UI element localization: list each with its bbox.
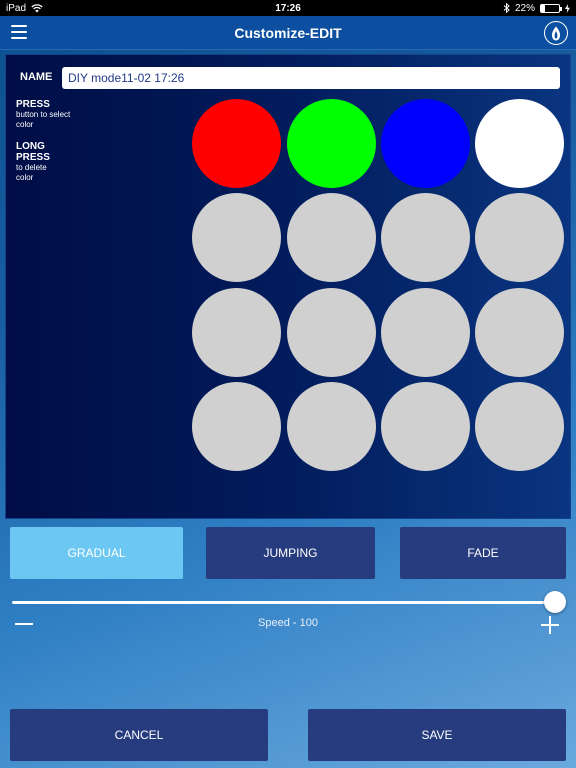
color-slot-8[interactable]	[475, 193, 564, 282]
nav-bar: Customize-EDIT	[0, 16, 576, 50]
color-slot-14[interactable]	[287, 382, 376, 471]
long-press-hint-text: to delete color	[16, 163, 47, 182]
color-slot-6[interactable]	[287, 193, 376, 282]
press-hint-text: button to select color	[16, 110, 71, 129]
color-slot-13[interactable]	[192, 382, 281, 471]
page-title: Customize-EDIT	[234, 24, 342, 41]
status-bar: iPad 17:26 22%	[0, 0, 576, 16]
device-name: iPad	[6, 2, 27, 14]
flame-logo-icon[interactable]	[544, 21, 568, 45]
color-slot-4[interactable]	[475, 99, 564, 188]
increase-speed-button[interactable]	[541, 616, 559, 634]
speed-slider-handle[interactable]	[544, 591, 566, 613]
hamburger-menu-icon[interactable]	[11, 25, 27, 39]
speed-label: Speed - 100	[258, 617, 318, 629]
color-slot-15[interactable]	[381, 382, 470, 471]
wifi-icon	[31, 3, 43, 12]
color-slot-3[interactable]	[381, 99, 470, 188]
press-hint-title: PRESS	[16, 99, 50, 110]
color-slot-2[interactable]	[287, 99, 376, 188]
cancel-button[interactable]: CANCEL	[10, 709, 268, 761]
color-slot-9[interactable]	[192, 288, 281, 377]
color-slot-5[interactable]	[192, 193, 281, 282]
long-press-hint-title: LONG PRESS	[16, 141, 50, 163]
save-button[interactable]: SAVE	[308, 709, 566, 761]
battery-percent: 22%	[514, 2, 535, 14]
charging-icon	[565, 3, 570, 13]
color-slot-12[interactable]	[475, 288, 564, 377]
bluetooth-icon	[503, 3, 510, 13]
color-slot-1[interactable]	[192, 99, 281, 188]
speed-slider-track[interactable]	[12, 601, 555, 604]
status-time: 17:26	[275, 2, 301, 14]
name-input[interactable]	[62, 67, 560, 89]
color-slot-7[interactable]	[381, 193, 470, 282]
color-slot-11[interactable]	[381, 288, 470, 377]
battery-icon	[540, 3, 562, 13]
gradual-mode-button[interactable]: GRADUAL	[10, 527, 183, 579]
color-slot-10[interactable]	[287, 288, 376, 377]
color-editor-panel: NAME PRESS button to select color LONG P…	[5, 54, 571, 519]
battery-level	[541, 4, 545, 12]
press-hint: PRESS button to select color	[16, 99, 74, 130]
name-label: NAME	[20, 71, 53, 83]
long-press-hint: LONG PRESS to delete color	[16, 141, 60, 183]
jumping-mode-button[interactable]: JUMPING	[206, 527, 375, 579]
color-slot-16[interactable]	[475, 382, 564, 471]
fade-mode-button[interactable]: FADE	[400, 527, 566, 579]
